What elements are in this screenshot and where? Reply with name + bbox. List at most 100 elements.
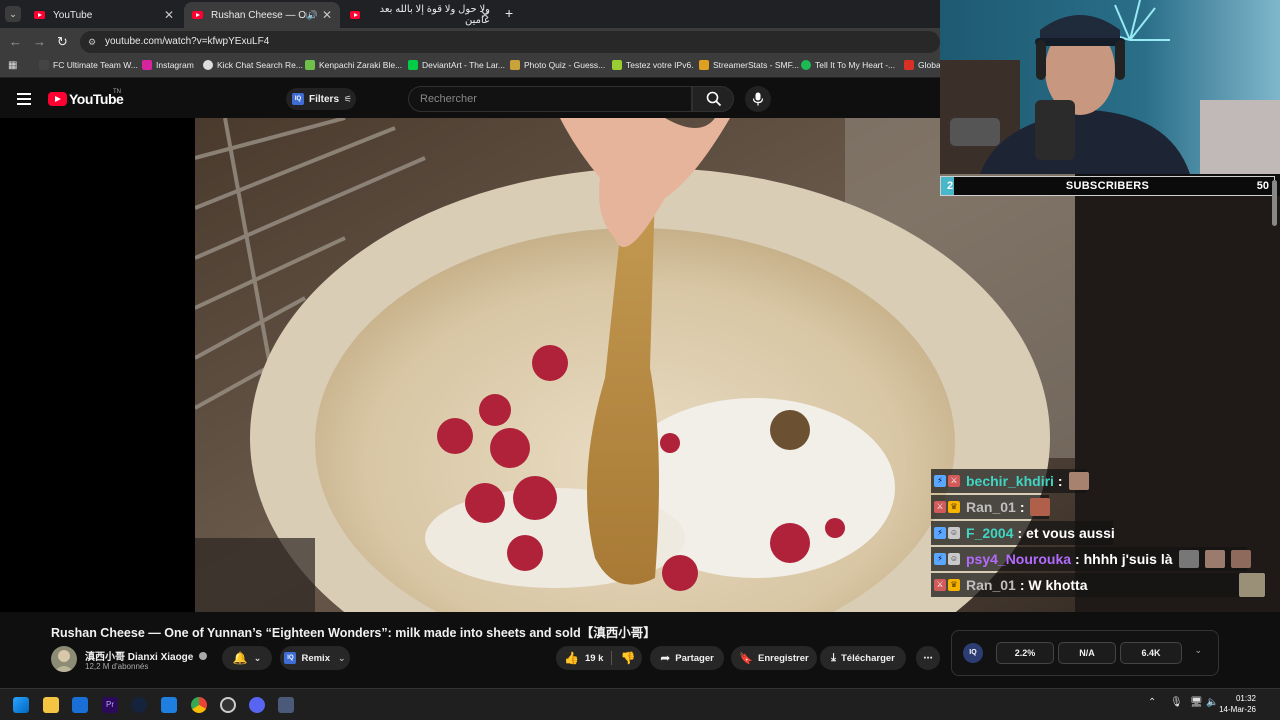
file-explorer-icon[interactable] [43,697,59,713]
close-tab-icon[interactable]: ✕ [480,8,490,22]
sliders-icon: ⚟ [344,93,353,104]
bookmark-item[interactable]: StreamerStats - SMF... [699,60,799,70]
chevron-down-icon[interactable]: ⌄ [1194,645,1202,656]
video-letterbox [0,118,195,612]
verified-icon [199,652,208,660]
speaker-icon[interactable]: 🔊 [307,10,318,21]
moderator-badge-icon: ⚔ [934,501,946,513]
like-dislike-group: 👍 19 k 👎 [556,646,642,670]
iq-logo-icon[interactable]: IQ [963,643,983,663]
microphone-tray-icon[interactable]: 🎙 [1170,697,1183,708]
chat-username: psy4_Nourouka [966,551,1072,567]
youtube-favicon-icon [350,11,360,19]
channel-name[interactable]: 滇西小哥 Dianxi Xiaoge [85,648,208,663]
tab-rushan-cheese[interactable]: Rushan Cheese — One of Y 🔊 ✕ [184,2,340,28]
clock-date[interactable]: 14-Mar-26 [1219,705,1256,714]
voice-search-button[interactable] [745,86,771,112]
channel-avatar[interactable] [51,646,77,672]
youtube-logo-icon[interactable] [48,92,67,106]
chat-message: ⚡ ☺ psy4_Nourouka : hhhh j'suis là [931,547,1251,571]
crown-badge-icon: ♛ [948,501,960,513]
subscriber-goal: 50 [1256,180,1269,192]
bookmark-item[interactable]: Kick Chat Search Re... [203,60,303,70]
network-icon[interactable]: 🖥 [1190,697,1203,708]
chat-username: Ran_01 [966,499,1016,515]
filters-label: Filters [309,93,340,105]
tab-search-button[interactable]: ⌄ [5,6,21,22]
tab-title: Rushan Cheese — One of Y [211,9,307,21]
subscriber-goal-bar: 2 SUBSCRIBERS 50 [940,176,1275,196]
remix-button[interactable]: IQ Remix ⌄ [280,646,350,670]
chrome-icon[interactable] [191,697,207,713]
avatar-image [54,650,74,672]
close-tab-icon[interactable]: ✕ [164,8,174,22]
dislike-icon[interactable]: 👎 [620,651,635,665]
youtube-header: YouTube TN IQ Filters ⚟ Rechercher [0,79,940,119]
bookmark-item[interactable]: Tell It To My Heart -... [801,60,895,70]
chat-emote [1230,550,1251,568]
video-title: Rushan Cheese — One of Yunnan’s “Eightee… [51,626,656,640]
chat-username: bechir_khdiri [966,473,1054,489]
chat-emote [1239,573,1266,597]
site-info-icon[interactable]: ⚙ [88,31,96,53]
app-icon[interactable] [278,697,294,713]
notification-bell-button[interactable]: 🔔 ⌄ [222,646,272,670]
premiere-pro-icon[interactable]: Pr [102,697,118,713]
clock-time[interactable]: 01:32 [1236,694,1256,703]
microphone-icon [752,92,764,106]
search-input[interactable]: Rechercher [408,86,692,112]
download-button[interactable]: ⤓ Télécharger [820,646,906,670]
bookmark-item[interactable]: Photo Quiz - Guess... [510,60,605,70]
bookmark-item[interactable]: DeviantArt - The Lar... [408,60,505,70]
outlook-icon[interactable] [72,697,88,713]
chat-emote [1068,472,1089,490]
subscriber-badge-icon: ☺ [948,553,960,565]
tab-arabic[interactable]: ولا حول ولا قوة إلا بالله بعد عامين ✕ [342,2,498,28]
scrollbar[interactable] [1272,180,1277,226]
bookmark-item[interactable]: Instagram [142,60,194,70]
bookmark-item[interactable]: Globa [904,60,941,70]
share-icon: ➦ [660,651,671,665]
subscriber-count: 12,2 M d'abonnés [85,662,149,671]
iq-stat-count: 6.4K [1120,642,1182,664]
tab-youtube[interactable]: YouTube ✕ [26,2,182,28]
menu-icon[interactable] [17,93,31,105]
like-icon[interactable]: 👍 [564,651,579,665]
close-tab-icon[interactable]: ✕ [322,8,332,22]
forward-icon[interactable]: → [33,34,46,49]
search-icon [706,91,722,107]
search-button[interactable] [692,86,734,112]
tab-title: ولا حول ولا قوة إلا بالله بعد عامين [379,4,490,26]
discord-icon[interactable] [249,697,265,713]
more-actions-button[interactable]: ⋯ [916,646,940,670]
chevron-down-icon: ⌄ [253,652,262,663]
share-button[interactable]: ➦ Partager [650,646,724,670]
battlenet-icon[interactable] [161,697,177,713]
chat-emote [1204,550,1225,568]
bookmark-item[interactable]: FC Ultimate Team W... [39,60,138,70]
bookmark-item[interactable]: Kenpachi Zaraki Ble... [305,60,402,70]
bookmark-icon: 🔖 [739,652,753,665]
filters-button[interactable]: IQ Filters ⚟ [286,88,356,110]
steam-icon[interactable] [131,697,147,713]
volume-icon[interactable]: 🔈 [1206,697,1218,708]
youtube-favicon-icon [34,11,45,19]
url-field[interactable]: ⚙ youtube.com/watch?v=kfwpYExuLF4 [80,31,940,53]
tray-expand-icon[interactable]: ⌃ [1148,697,1156,708]
like-count[interactable]: 19 k [585,653,604,664]
tab-title: YouTube [53,9,93,21]
save-button[interactable]: 🔖 Enregistrer [731,646,817,670]
windows-taskbar: Pr ⌃ 🎙 🖥 🔈 [0,688,1280,720]
obs-icon[interactable] [220,697,236,713]
iq-stat-engagement: 2.2% [996,642,1054,664]
reload-icon[interactable]: ↻ [57,34,68,50]
iq-icon: IQ [284,652,297,664]
apps-grid-icon[interactable]: ▦ [8,60,17,71]
bookmark-item[interactable]: Testez votre IPv6. [612,60,694,70]
back-icon[interactable]: ← [9,34,22,49]
chat-username: F_2004 [966,525,1014,541]
chevron-down-icon: ⌄ [337,652,346,663]
new-tab-icon[interactable]: + [505,5,513,21]
chat-text: hhhh j'suis là [1083,551,1173,567]
windows-start-icon[interactable] [13,697,29,713]
